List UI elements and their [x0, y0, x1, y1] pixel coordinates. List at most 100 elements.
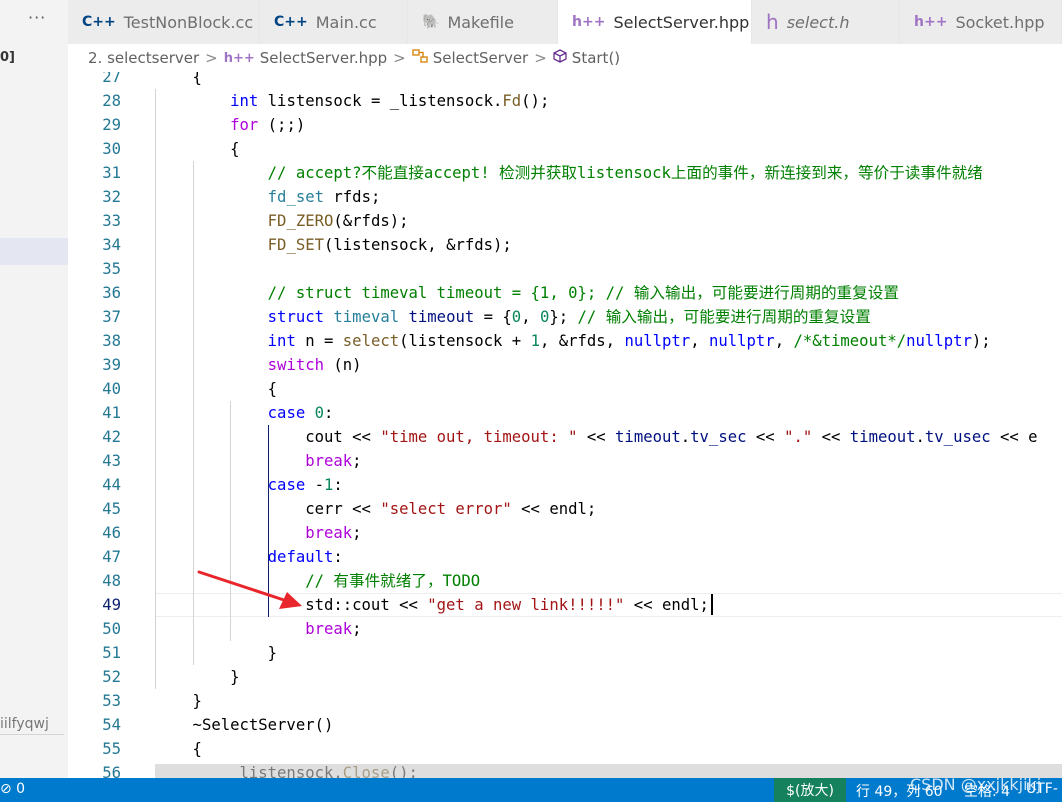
code-line[interactable]: 46 break;: [68, 521, 1062, 545]
code-text: int listensock = _listensock.Fd();: [230, 92, 550, 110]
code-line[interactable]: 37 struct timeval timeout = {0, 0}; // 输…: [68, 305, 1062, 329]
code-line[interactable]: 34 FD_SET(listensock, &rfds);: [68, 233, 1062, 257]
code-line[interactable]: 30 {: [68, 137, 1062, 161]
line-number: 52: [102, 668, 121, 686]
line-number: 28: [102, 92, 121, 110]
line-number: 30: [102, 140, 121, 158]
cpp-file-icon: C++: [274, 14, 308, 30]
code-line[interactable]: 38 int n = select(listensock + 1, &rfds,…: [68, 329, 1062, 353]
tab-label: select.h: [786, 12, 850, 32]
hpp-file-icon: h++: [223, 50, 255, 66]
more-actions-icon[interactable]: ···: [28, 8, 46, 27]
line-number: 35: [102, 260, 121, 278]
line-number: 45: [102, 500, 121, 518]
code-line[interactable]: 33 FD_ZERO(&rfds);: [68, 209, 1062, 233]
code-line[interactable]: 44 case -1:: [68, 473, 1062, 497]
indent-guide: [155, 89, 156, 689]
hpp-file-icon: h++: [572, 14, 606, 30]
code-line[interactable]: 53 }: [68, 689, 1062, 713]
status-bar: ⊘ 0 $(放大) 行 49，列 60 空格: 4 UTF-: [0, 778, 1062, 802]
code-text: {: [155, 740, 202, 758]
code-line[interactable]: 41 case 0:: [68, 401, 1062, 425]
code-text: struct timeval timeout = {0, 0}; // 输入输出…: [267, 308, 871, 326]
code-text: // 有事件就绪了，TODO: [305, 572, 481, 590]
code-line[interactable]: 40 {: [68, 377, 1062, 401]
code-text: int n = select(listensock + 1, &rfds, nu…: [267, 332, 991, 350]
code-text: break;: [305, 620, 362, 638]
tab-label: SelectServer.hpp: [613, 12, 750, 32]
code-line[interactable]: 27 {: [68, 72, 1062, 89]
line-number: 56: [102, 764, 121, 778]
code-text: cerr << "select error" << endl;: [305, 500, 597, 518]
class-icon: [412, 49, 428, 67]
code-text: fd_set rfds;: [267, 188, 381, 206]
code-editor[interactable]: 27 {28 int listensock = _listensock.Fd()…: [68, 72, 1062, 778]
code-line[interactable]: 54 ~SelectServer(): [68, 713, 1062, 737]
code-line[interactable]: 35: [68, 257, 1062, 281]
breadcrumb-method[interactable]: Start(): [572, 49, 620, 67]
line-number: 33: [102, 212, 121, 230]
makefile-icon: 🐘: [422, 14, 440, 30]
tab-selectserver-hpp[interactable]: h++SelectServer.hpp●: [558, 0, 774, 44]
tab-testnonblock-cc[interactable]: C++ TestNonBlock.cc: [68, 0, 260, 44]
code-line[interactable]: 52 }: [68, 665, 1062, 689]
code-line[interactable]: 42 cout << "time out, timeout: " << time…: [68, 425, 1062, 449]
line-number: 49: [102, 596, 121, 614]
code-text: switch (n): [267, 356, 362, 374]
line-number: 41: [102, 404, 121, 422]
line-number: 53: [102, 692, 121, 710]
code-line[interactable]: 49 std::cout << "get a new link!!!!!" <<…: [68, 593, 1062, 617]
code-line[interactable]: 45 cerr << "select error" << endl;: [68, 497, 1062, 521]
code-text: }: [155, 644, 278, 662]
indent-guide: [192, 161, 194, 665]
tab-label: Main.cc: [315, 12, 377, 32]
line-number: 27: [102, 72, 121, 86]
code-line[interactable]: 28 int listensock = _listensock.Fd();: [68, 89, 1062, 113]
line-number: 47: [102, 548, 121, 566]
chevron-right-icon: >: [393, 49, 406, 67]
line-number: 55: [102, 740, 121, 758]
code-line[interactable]: 43 break;: [68, 449, 1062, 473]
side-bar: ··· 0] iilfyqwj: [0, 0, 68, 778]
tab-main-cc[interactable]: C++ Main.cc: [260, 0, 408, 44]
code-line[interactable]: 29 for (;;): [68, 113, 1062, 137]
method-icon: [553, 49, 567, 67]
editor-tab-bar: C++ TestNonBlock.cc C++ Main.cc 🐘 Makefile h++…: [68, 0, 1062, 44]
code-text: break;: [305, 452, 362, 470]
code-line[interactable]: 55 {: [68, 737, 1062, 761]
chevron-right-icon: >: [205, 49, 218, 67]
code-line[interactable]: 36 // struct timeval timeout = {1, 0}; /…: [68, 281, 1062, 305]
code-text: break;: [305, 524, 362, 542]
code-line[interactable]: 47 default:: [68, 545, 1062, 569]
code-line[interactable]: 39 switch (n): [68, 353, 1062, 377]
breadcrumb: 2. selectserver > h++ SelectServer.hpp >…: [68, 44, 1062, 72]
tab-makefile[interactable]: 🐘 Makefile: [408, 0, 558, 44]
code-text: }: [155, 692, 202, 710]
line-number: 43: [102, 452, 121, 470]
tab-select-h[interactable]: h select.h: [752, 0, 900, 44]
breadcrumb-class[interactable]: SelectServer: [433, 49, 528, 67]
cpp-file-icon: C++: [82, 14, 116, 30]
line-number: 32: [102, 188, 121, 206]
code-line[interactable]: 31 // accept?不能直接accept! 检测并获取listensock…: [68, 161, 1062, 185]
hpp-file-icon: h++: [914, 14, 948, 30]
tab-label: Makefile: [447, 12, 514, 32]
breadcrumb-file[interactable]: SelectServer.hpp: [260, 49, 387, 67]
watermark: CSDN @xxjkkjikj: [910, 775, 1042, 794]
status-zoom[interactable]: $(放大): [774, 778, 846, 802]
tab-label: TestNonBlock.cc: [123, 12, 254, 32]
code-line[interactable]: 32 fd_set rfds;: [68, 185, 1062, 209]
line-number: 36: [102, 284, 121, 302]
code-text: // accept?不能直接accept! 检测并获取listensock上面的…: [267, 164, 983, 182]
sidebar-selected-item[interactable]: [0, 238, 68, 265]
tab-socket-hpp[interactable]: h++ Socket.hpp: [900, 0, 1062, 44]
code-line[interactable]: 51 }: [68, 641, 1062, 665]
status-problems[interactable]: ⊘ 0: [0, 781, 25, 797]
code-text: ~SelectServer(): [155, 716, 334, 734]
code-line[interactable]: 48 // 有事件就绪了，TODO: [68, 569, 1062, 593]
code-line[interactable]: 50 break;: [68, 617, 1062, 641]
code-text: FD_SET(listensock, &rfds);: [267, 236, 512, 254]
code-text: case 0:: [267, 404, 334, 422]
code-text: {: [155, 140, 240, 158]
breadcrumb-folder[interactable]: 2. selectserver: [88, 49, 199, 67]
